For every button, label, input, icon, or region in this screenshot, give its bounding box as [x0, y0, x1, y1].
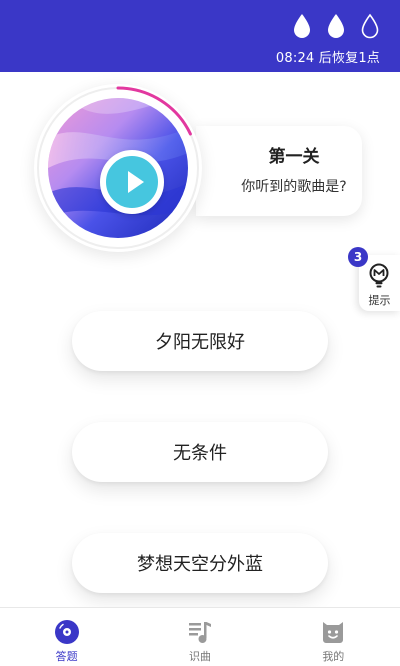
answer-option-1[interactable]: 夕阳无限好	[72, 311, 328, 371]
nav-label-profile: 我的	[322, 650, 345, 663]
hint-label: 提示	[368, 294, 391, 307]
bottom-nav: 答题 识曲 我的	[0, 607, 400, 666]
profile-face-icon	[323, 622, 344, 643]
disc-icon	[54, 620, 79, 644]
play-button[interactable]	[100, 150, 164, 214]
level-card: 第一关 你听到的歌曲是?	[196, 126, 362, 216]
level-question: 你听到的歌曲是?	[241, 179, 347, 195]
answer-option-2[interactable]: 无条件	[72, 422, 328, 482]
play-icon	[128, 171, 144, 193]
nav-item-profile[interactable]: 我的	[267, 608, 400, 666]
nav-item-quiz[interactable]: 答题	[0, 608, 133, 666]
song-player	[34, 84, 202, 252]
nav-label-quiz: 答题	[55, 650, 78, 663]
album-art	[48, 98, 188, 238]
life-drop-icon	[328, 14, 344, 38]
level-title: 第一关	[268, 147, 320, 167]
life-drop-empty-icon	[361, 13, 379, 39]
nav-item-identify[interactable]: 识曲	[133, 608, 266, 666]
restore-timer-text: 08:24 后恢复1点	[275, 51, 380, 66]
nav-label-identify: 识曲	[188, 650, 211, 663]
lightbulb-icon	[369, 263, 389, 288]
life-drop-icon	[294, 14, 310, 38]
answer-option-3[interactable]: 梦想天空分外蓝	[72, 533, 328, 593]
top-bar: 08:24 后恢复1点	[0, 0, 400, 72]
music-list-icon	[188, 622, 211, 643]
hint-count-badge: 3	[348, 247, 368, 267]
lives-indicator	[292, 13, 380, 39]
